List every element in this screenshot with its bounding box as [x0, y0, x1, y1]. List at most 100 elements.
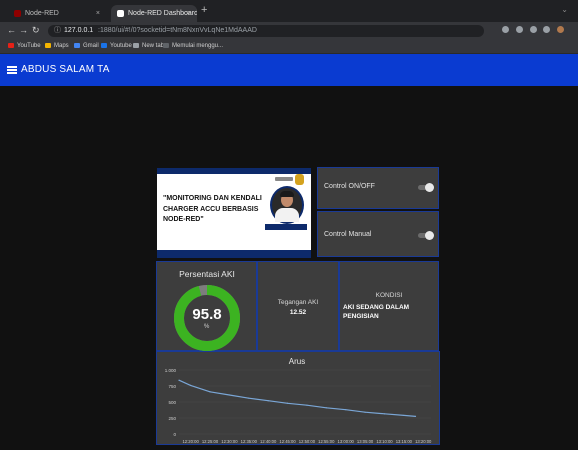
browser-tab-strip: Node-RED × Node-RED Dashboard × + ⌄ [0, 0, 578, 22]
info-icon[interactable]: ⓘ [54, 25, 61, 37]
bookmark-new-tab[interactable]: New tab [133, 40, 164, 53]
bookmark-gmail[interactable]: Gmail [74, 40, 99, 53]
url-host: 127.0.0.1 [64, 27, 94, 34]
x-tick-label: 12:40:00 [260, 439, 277, 444]
banner-title: "MONITORING DAN KENDALI CHARGER ACCU BER… [163, 195, 262, 223]
y-tick-label: 750 [168, 384, 176, 389]
url-path: :1880/ui/#!/0?socketid=tNm8NxnVvLqNe1MdA… [98, 27, 257, 34]
switch-knob [425, 231, 434, 240]
student-photo [270, 186, 304, 224]
control-onoff-switch[interactable] [418, 183, 434, 192]
battery-percentage-card: Persentasi AKI 95.8 % [156, 261, 257, 351]
voltage-label: Tegangan AKI [277, 299, 319, 306]
page-icon [163, 43, 169, 48]
data-point [209, 391, 211, 393]
new-tab-button[interactable]: + [201, 4, 207, 16]
hamburger-menu-icon[interactable] [7, 66, 17, 74]
x-tick-label: 13:05:00 [357, 439, 374, 444]
browser-tab-nodered[interactable]: Node-RED × [8, 5, 106, 22]
bookmark-star-icon[interactable] [516, 26, 523, 33]
dashboard-content: "MONITORING DAN KENDALI CHARGER ACCU BER… [0, 86, 578, 445]
back-icon[interactable]: ← [7, 25, 16, 35]
url-input[interactable]: ⓘ 127.0.0.1 :1880/ui/#!/0?socketid=tNm8N… [48, 25, 484, 37]
photo-shirt [275, 208, 299, 222]
data-point [306, 404, 308, 406]
gauge-value: 95.8 [192, 306, 222, 323]
voltage-value: 12.52 [289, 309, 307, 316]
address-bar-row: ← → ↻ ⓘ 127.0.0.1 :1880/ui/#!/0?socketid… [0, 22, 578, 40]
gauge-title: Persentasi AKI [179, 269, 235, 279]
data-point [383, 413, 386, 415]
control-manual-card: Control Manual [317, 211, 439, 257]
gauge-unit: % [204, 324, 210, 330]
current-chart-card: 0 250 500 750 1.000 12:20:00 12:25:00 12:30:00 1… [156, 351, 440, 445]
dashboard-header: ABDUS SALAM TA [0, 54, 578, 86]
data-point [403, 414, 405, 417]
nodered-favicon-icon [14, 10, 21, 17]
condition-label: KONDISI [375, 292, 403, 299]
banner-bottom-strip [157, 250, 311, 258]
y-tick-label: 1.000 [165, 368, 177, 373]
bookmark-maps[interactable]: Maps [45, 40, 69, 53]
x-tick-label: 13:20:00 [415, 439, 432, 444]
data-point [364, 411, 366, 413]
control-manual-switch[interactable] [418, 231, 434, 240]
data-point [228, 394, 230, 396]
bookmark-youtube[interactable]: YouTube [8, 40, 41, 53]
control-onoff-card: Control ON/OFF [317, 167, 439, 209]
x-tick-label: 13:15:00 [396, 439, 413, 444]
bookmark-label: YouTube [17, 43, 41, 49]
data-point [286, 402, 289, 404]
bookmark-label: Memulai menggu... [172, 43, 224, 49]
x-tick-label: 12:20:00 [182, 439, 199, 444]
x-tick-label: 12:25:00 [202, 439, 219, 444]
control-manual-label: Control Manual [324, 231, 372, 238]
bookmark-youtube-2[interactable]: Youtube [101, 40, 132, 53]
current-line-chart: 02505007501.00012:20:00 12:25:00 12:30:00 1… [165, 368, 432, 444]
dashboard-favicon-icon [117, 10, 124, 17]
y-tick-label: 250 [168, 416, 176, 421]
student-name-strip [265, 224, 307, 230]
forward-icon[interactable]: → [19, 25, 28, 35]
x-tick-label: 13:10:00 [376, 439, 393, 444]
extensions-icon[interactable] [530, 26, 537, 33]
data-point [267, 400, 269, 402]
bookmark-label: New tab [142, 43, 165, 49]
x-tick-label: 12:50:00 [299, 439, 316, 444]
bookmark-label: Youtube [110, 43, 132, 49]
y-tick-label: 0 [173, 432, 176, 437]
bookmark-label: Gmail [83, 43, 99, 49]
maps-icon [45, 43, 51, 48]
close-tab-icon[interactable]: × [96, 5, 100, 22]
x-tick-label: 12:55:00 [318, 439, 335, 444]
condition-value: AKI SEDANG DALAM PENGISIAN [343, 304, 410, 320]
gmail-icon [74, 43, 80, 48]
photo-hair [280, 191, 294, 197]
window-controls-icon[interactable]: ⌄ [561, 5, 568, 14]
close-tab-icon[interactable]: × [187, 5, 191, 22]
data-point [325, 407, 327, 409]
voltage-card: Tegangan AKI 12.52 [257, 261, 339, 351]
data-point [178, 379, 180, 381]
translate-icon [101, 43, 107, 48]
chart-title: Arus [288, 357, 306, 366]
switch-knob [425, 183, 434, 192]
project-banner-image: "MONITORING DAN KENDALI CHARGER ACCU BER… [157, 168, 311, 258]
y-tick-label: 500 [168, 400, 176, 405]
control-onoff-label: Control ON/OFF [324, 183, 375, 190]
bookmarks-bar: YouTube Maps Gmail Youtube New tab Memul… [0, 40, 578, 54]
condition-card: KONDISI AKI SEDANG DALAM PENGISIAN [339, 261, 439, 351]
reload-icon[interactable]: ↻ [32, 25, 40, 36]
data-point [248, 397, 250, 399]
banner-top-strip [157, 168, 311, 174]
profile-avatar-icon[interactable] [557, 26, 564, 33]
share-icon[interactable] [502, 26, 509, 33]
tab-title: Node-RED [25, 10, 59, 17]
x-tick-label: 13:00:00 [338, 439, 355, 444]
page-title: ABDUS SALAM TA [21, 64, 110, 75]
campus-crest-icon [295, 174, 304, 185]
browser-tab-dashboard[interactable]: Node-RED Dashboard × [111, 5, 197, 22]
sidepanel-icon[interactable] [543, 26, 550, 33]
bookmark-memulai[interactable]: Memulai menggu... [163, 40, 223, 53]
current-series-line [178, 379, 416, 417]
